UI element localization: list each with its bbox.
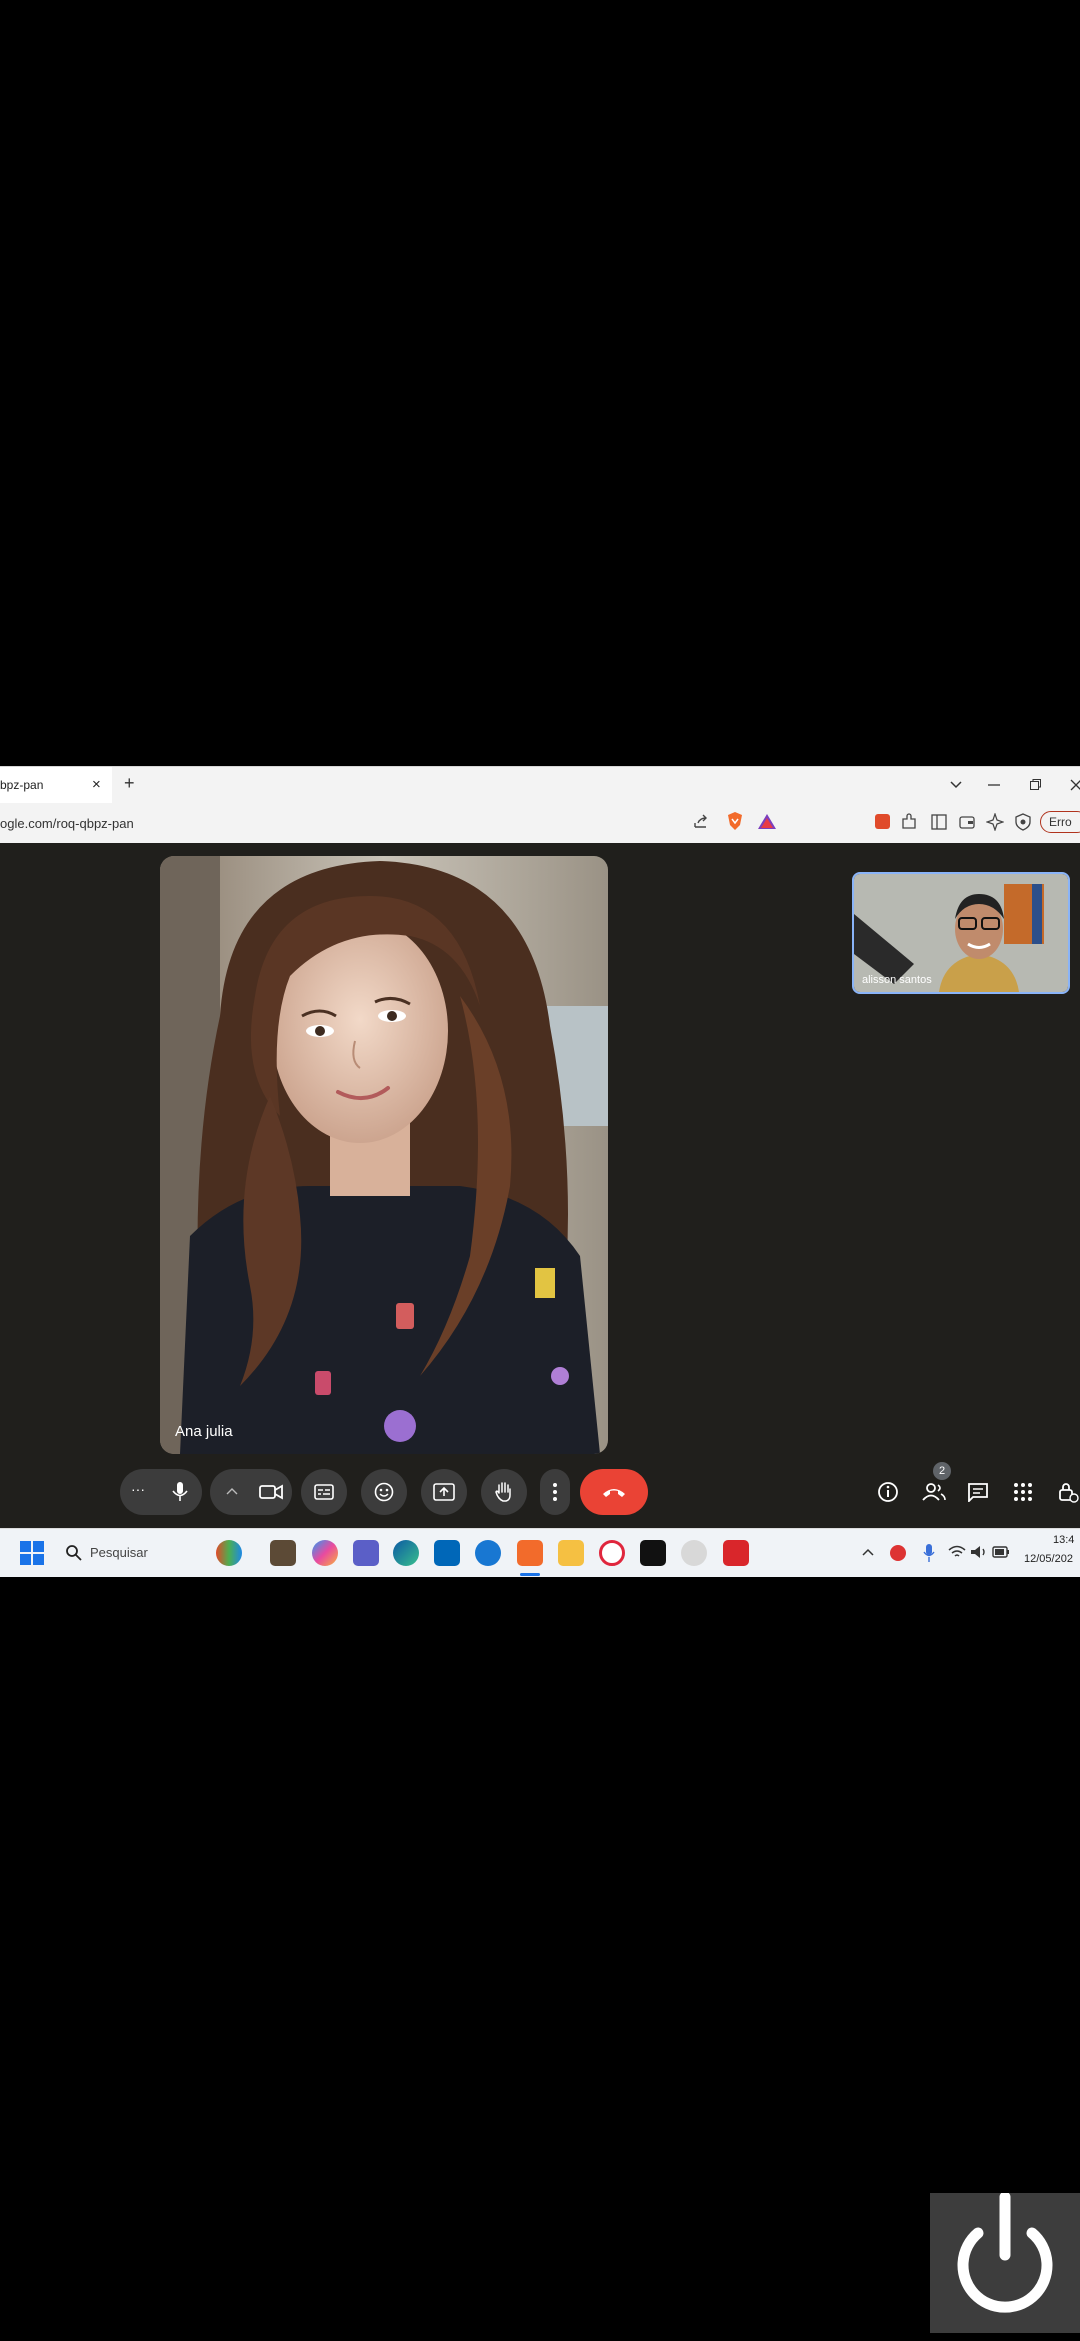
clock-date[interactable]: 12/05/202 [1024,1553,1073,1565]
captions-icon [314,1484,334,1500]
hang-up-icon [603,1489,625,1497]
taskbar-search-box[interactable]: Pesquisar [90,1545,148,1560]
leo-ai-icon[interactable] [986,813,1004,831]
extensions-puzzle-icon[interactable] [900,813,918,831]
emoji-icon [374,1482,394,1502]
volume-icon[interactable] [970,1545,988,1559]
close-window-icon[interactable] [1070,779,1080,791]
camera-options-chevron-icon[interactable] [226,1487,238,1495]
tray-overflow-chevron-icon[interactable] [862,1548,874,1556]
camera-icon[interactable] [259,1482,283,1502]
copilot-icon[interactable] [312,1540,338,1566]
address-bar[interactable]: ogle.com/roq-qbpz-pan [0,816,134,831]
opera-icon[interactable] [599,1540,625,1566]
restore-icon[interactable] [1030,779,1041,790]
task-view-icon[interactable] [270,1540,296,1566]
participants-count-badge: 2 [933,1462,951,1480]
tab-close-icon[interactable]: × [92,776,101,793]
wifi-icon[interactable] [948,1545,966,1559]
extension-red-icon[interactable] [875,814,890,829]
brave-shield-icon[interactable] [726,811,744,831]
windows-start-icon[interactable] [20,1541,44,1565]
self-view-video[interactable]: alisson santos [852,872,1070,994]
reactions-button[interactable] [361,1469,407,1515]
file-explorer-icon[interactable] [558,1540,584,1566]
acrobat-icon[interactable] [723,1540,749,1566]
tray-microphone-icon[interactable] [922,1543,936,1563]
vertical-dots-icon [553,1483,557,1501]
brave-browser-icon[interactable] [517,1540,543,1566]
widgets-icon[interactable] [216,1540,242,1566]
host-controls-lock-icon[interactable] [1057,1481,1079,1503]
browser-tab[interactable]: bpz-pan × [0,767,112,803]
active-app-indicator [520,1573,540,1576]
power-icon [957,2193,1053,2313]
more-options-button[interactable]: ··· [131,1481,145,1497]
raise-hand-icon [495,1482,511,1502]
battery-icon[interactable] [992,1546,1010,1558]
error-menu-button[interactable]: Erro [1040,811,1080,833]
chat-icon[interactable] [967,1482,989,1502]
self-participant-name: alisson santos [862,974,932,986]
share-icon[interactable] [692,813,710,831]
error-label: Erro [1049,815,1072,829]
wallet-icon[interactable] [958,813,976,831]
clock-time[interactable]: 13:4 [1053,1534,1074,1546]
minimize-icon[interactable] [988,783,1000,787]
captions-button[interactable] [301,1469,347,1515]
edge-icon[interactable] [393,1540,419,1566]
brave-rewards-icon[interactable] [757,813,777,830]
vpn-shield-icon[interactable] [1014,813,1032,831]
sidebar-icon[interactable] [930,813,948,831]
tray-app-icon[interactable] [890,1545,906,1561]
tab-list-chevron-icon[interactable] [950,780,962,790]
present-screen-icon [433,1483,455,1501]
app-blue-icon[interactable] [475,1540,501,1566]
search-icon[interactable] [66,1545,82,1561]
windows-taskbar: Pesquisar 13:4 12/05/202 [0,1528,1080,1577]
teams-icon[interactable] [353,1540,379,1566]
microphone-icon[interactable] [170,1481,190,1503]
present-screen-button[interactable] [421,1469,467,1515]
settings-gear-icon[interactable] [681,1540,707,1566]
end-call-button[interactable] [580,1469,648,1515]
meeting-info-icon[interactable] [877,1481,899,1503]
power-button[interactable] [930,2193,1080,2333]
browser-chrome: bpz-pan × + ogle.com/roq-qbpz-pan Erro [0,766,1080,844]
raise-hand-button[interactable] [481,1469,527,1515]
more-actions-button[interactable] [540,1469,570,1515]
tab-title: bpz-pan [0,778,44,792]
new-tab-button[interactable]: + [124,773,135,794]
people-icon[interactable] [922,1482,946,1502]
main-participant-name: Ana julia [175,1423,233,1440]
app-dark-icon[interactable] [640,1540,666,1566]
main-participant-video[interactable]: Ana julia [160,856,608,1454]
activities-grid-icon[interactable] [1013,1482,1033,1502]
microsoft-store-icon[interactable] [434,1540,460,1566]
participant-video-frame [160,856,608,1454]
